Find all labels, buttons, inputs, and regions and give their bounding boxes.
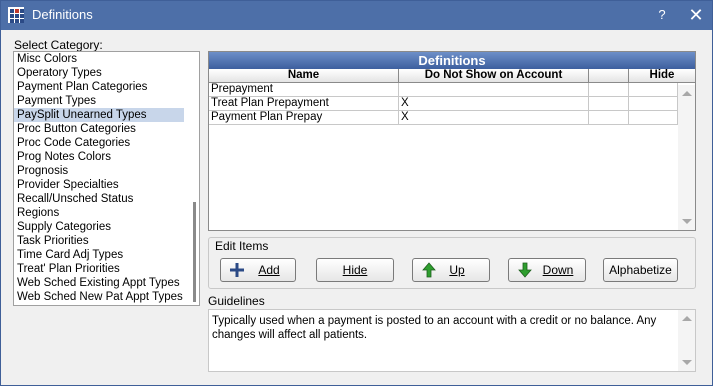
category-list-scrollbar[interactable] (193, 202, 196, 302)
definitions-grid: Definitions Name Do Not Show on Account … (208, 51, 696, 231)
category-list-item[interactable]: Web Sched New Pat Appt Types (14, 290, 184, 304)
alphabetize-button[interactable]: Alphabetize (603, 258, 678, 282)
app-grid-icon (8, 7, 24, 23)
category-list-item[interactable]: Task Priorities (14, 234, 184, 248)
grid-body: Prepayment Treat Plan Prepayment X Payment … (209, 83, 695, 125)
scroll-down-icon[interactable] (682, 219, 692, 224)
arrow-up-icon (422, 262, 436, 278)
category-list-item[interactable]: Regions (14, 206, 184, 220)
table-row[interactable]: Treat Plan Prepayment X (209, 97, 678, 111)
guidelines-scrollbar[interactable] (678, 310, 695, 371)
cell-do-not-show: X (399, 111, 589, 125)
cell-hide (629, 97, 678, 111)
arrow-down-icon (518, 262, 532, 278)
cell-name: Prepayment (209, 83, 399, 97)
window-title: Definitions (32, 7, 93, 22)
category-list-item[interactable]: Prognosis (14, 164, 184, 178)
down-button-label: Down (542, 263, 574, 277)
guidelines-label: Guidelines (208, 294, 265, 308)
category-list-item[interactable]: Operatory Types (14, 66, 184, 80)
category-list-item[interactable]: Treat' Plan Priorities (14, 262, 184, 276)
category-list-item[interactable]: Provider Specialties (14, 178, 184, 192)
grid-title: Definitions (209, 52, 695, 69)
grid-scrollbar[interactable] (678, 85, 695, 230)
add-button[interactable]: Add (220, 258, 296, 282)
cell-name: Payment Plan Prepay (209, 111, 399, 125)
close-button[interactable]: ✕ (685, 5, 707, 25)
table-row[interactable]: Prepayment (209, 83, 678, 97)
column-header-hide[interactable]: Hide (629, 69, 695, 83)
cell-name: Treat Plan Prepayment (209, 97, 399, 111)
alphabetize-button-label: Alphabetize (609, 263, 672, 277)
up-button[interactable]: Up (412, 258, 490, 282)
category-list-item[interactable]: Web Sched Existing Appt Types (14, 276, 184, 290)
category-list[interactable]: Misc Colors Operatory Types Payment Plan C… (13, 51, 200, 306)
definitions-window: Definitions ? ✕ Select Category: Misc Co… (0, 0, 713, 386)
grid-header: Name Do Not Show on Account Hide (209, 69, 695, 83)
category-list-item[interactable]: Supply Categories (14, 220, 184, 234)
category-list-item[interactable]: Payment Types (14, 94, 184, 108)
scroll-up-icon[interactable] (682, 316, 692, 321)
category-list-item[interactable]: PaySplit Unearned Types (14, 108, 184, 122)
down-button[interactable]: Down (508, 258, 586, 282)
cell-blank (589, 97, 629, 111)
scroll-down-icon[interactable] (682, 360, 692, 365)
add-button-label: Add (258, 263, 280, 277)
select-category-label: Select Category: (14, 38, 103, 52)
hide-button-label: Hide (342, 263, 368, 277)
category-list-item[interactable]: Misc Colors (14, 52, 184, 66)
cell-hide (629, 83, 678, 97)
category-list-item[interactable]: Prog Notes Colors (14, 150, 184, 164)
table-row[interactable]: Payment Plan Prepay X (209, 111, 678, 125)
category-list-item[interactable]: Proc Code Categories (14, 136, 184, 150)
cell-do-not-show (399, 83, 589, 97)
category-list-item[interactable]: Payment Plan Categories (14, 80, 184, 94)
scroll-up-icon[interactable] (682, 91, 692, 96)
hide-button[interactable]: Hide (316, 258, 394, 282)
title-bar: Definitions ? ✕ (1, 1, 712, 30)
column-header-do-not-show[interactable]: Do Not Show on Account (399, 69, 589, 83)
category-list-item[interactable]: Proc Button Categories (14, 122, 184, 136)
column-header-name[interactable]: Name (209, 69, 399, 83)
guidelines-text: Typically used when a payment is posted … (212, 315, 657, 341)
edit-items-group: Add Hide Up Down Alphabetize (208, 237, 696, 289)
help-button[interactable]: ? (653, 6, 671, 24)
guidelines-box[interactable]: Typically used when a payment is posted … (208, 309, 696, 372)
category-list-item[interactable]: Time Card Adj Types (14, 248, 184, 262)
cell-hide (629, 111, 678, 125)
category-list-item[interactable]: Recall/Unsched Status (14, 192, 184, 206)
column-header-blank[interactable] (589, 69, 629, 83)
cell-do-not-show: X (399, 97, 589, 111)
plus-icon (230, 263, 244, 277)
cell-blank (589, 83, 629, 97)
cell-blank (589, 111, 629, 125)
up-button-label: Up (449, 263, 465, 277)
